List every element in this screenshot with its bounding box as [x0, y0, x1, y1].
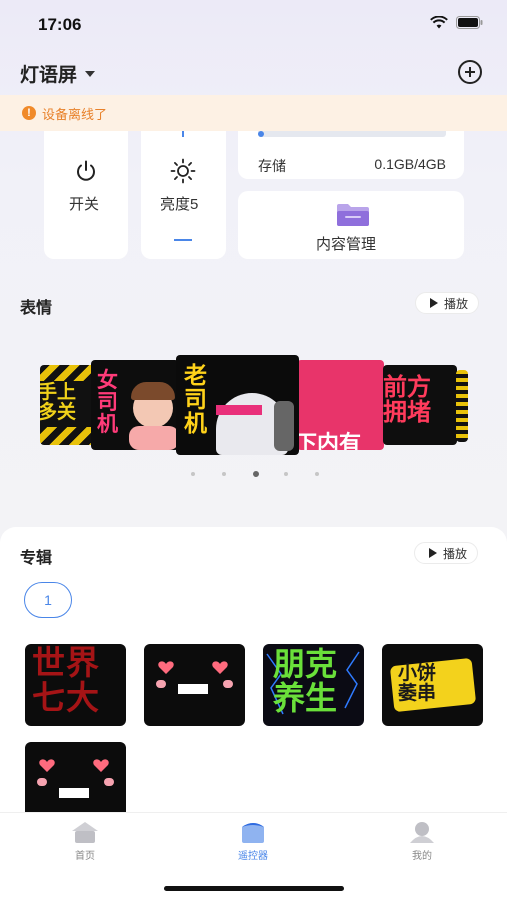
pagination-dot[interactable]: [191, 472, 195, 476]
album-tile[interactable]: [144, 644, 245, 726]
album-panel: 专辑 播放 1 世界 七大 朋克 养生 小饼 萎串: [0, 527, 507, 827]
expressions-play-button[interactable]: 播放: [415, 292, 480, 314]
tab-label: 遥控器: [238, 851, 268, 862]
add-device-button[interactable]: [458, 60, 482, 84]
warning-icon: !: [22, 106, 36, 120]
album-play-button[interactable]: 播放: [414, 542, 479, 564]
power-label: 开关: [69, 196, 100, 213]
offline-banner: ! 设备离线了: [0, 95, 507, 131]
pagination-dot[interactable]: [315, 472, 319, 476]
tab-remote[interactable]: 遥控器: [218, 821, 288, 862]
power-icon: [77, 160, 95, 181]
sun-icon: [170, 158, 196, 184]
pagination-dot-active[interactable]: [253, 471, 259, 477]
expression-tile[interactable]: 手上 多关: [40, 365, 96, 445]
album-tile[interactable]: 小饼 萎串: [382, 644, 483, 726]
play-icon: [430, 298, 438, 308]
storage-label: 存储: [258, 158, 286, 174]
expression-tile-text: 前方 拥堵: [383, 374, 431, 427]
album-tile[interactable]: 朋克 养生: [263, 644, 364, 726]
expression-tile-edge: [456, 370, 468, 442]
album-play-label: 播放: [443, 546, 468, 561]
expression-tile-text: 老 司 机: [184, 362, 207, 437]
expressions-title: 表情: [20, 300, 53, 317]
album-number: 1: [44, 592, 52, 608]
wifi-icon: [430, 16, 448, 29]
storage-progress-fill: [258, 131, 264, 137]
play-icon: [429, 548, 437, 558]
status-time: 17:06: [38, 15, 82, 34]
device-selector[interactable]: 灯语屏: [20, 60, 96, 87]
tab-label: 我的: [412, 851, 432, 862]
storage-value: 0.1GB/4GB: [374, 156, 446, 172]
folder-icon: [337, 204, 369, 226]
content-management-label: 内容管理: [316, 236, 377, 253]
carousel-pagination: [190, 471, 320, 479]
brightness-tick: [182, 131, 184, 137]
brightness-slider-handle[interactable]: [174, 239, 192, 241]
home-icon: [72, 822, 98, 843]
expression-tile-text: 手上 多关: [40, 382, 77, 423]
expression-tile-text: 女 司 机: [97, 369, 118, 437]
cute-face-icon: [156, 661, 233, 694]
cartoon-hair-icon: [131, 382, 175, 400]
album-title: 专辑: [20, 550, 53, 567]
album-tile-text: 小饼 萎串: [398, 663, 437, 704]
remote-icon: [242, 823, 264, 843]
tab-label: 首页: [75, 851, 95, 862]
sunglasses-icon: [216, 405, 262, 415]
cartoon-body-icon: [129, 426, 179, 450]
top-bar: 灯语屏: [0, 56, 507, 90]
profile-icon: [410, 822, 434, 843]
offline-text: 设备离线了: [42, 106, 108, 122]
status-bar: 17:06: [0, 0, 507, 50]
tab-home[interactable]: 首页: [50, 821, 120, 862]
expression-carousel[interactable]: 手上 多关 女 司 机 老 司 机 下内有 前方 拥堵: [0, 340, 507, 460]
expression-tile[interactable]: 前方 拥堵: [383, 365, 457, 445]
brightness-label: 亮度5: [160, 196, 199, 213]
album-tile-text: 世界 七大: [32, 644, 100, 716]
expression-tile[interactable]: 下内有: [297, 360, 384, 450]
status-icons: [430, 16, 483, 29]
album-tile-text: 朋克 养生: [273, 646, 338, 716]
storage-card: 存储 0.1GB/4GB: [238, 131, 464, 179]
storage-progress: [258, 131, 446, 137]
pagination-dot[interactable]: [284, 472, 288, 476]
device-title: 灯语屏: [20, 65, 78, 86]
power-card[interactable]: 开关: [44, 131, 128, 259]
content-management-button[interactable]: 内容管理: [238, 191, 464, 259]
tab-profile[interactable]: 我的: [387, 821, 457, 862]
battery-icon: [456, 16, 483, 29]
album-selector-1[interactable]: 1: [24, 582, 72, 618]
expression-tile[interactable]: 老 司 机: [176, 355, 299, 455]
home-indicator: [164, 886, 344, 891]
brightness-card[interactable]: 亮度5: [141, 131, 226, 259]
expression-tile[interactable]: 女 司 机: [91, 360, 179, 450]
expressions-play-label: 播放: [444, 296, 469, 311]
caret-down-icon: [85, 70, 96, 77]
expression-tile-text: 下内有: [297, 431, 362, 450]
seat-icon: [274, 401, 294, 451]
pagination-dot[interactable]: [222, 472, 226, 476]
album-tile[interactable]: 世界 七大: [25, 644, 126, 726]
